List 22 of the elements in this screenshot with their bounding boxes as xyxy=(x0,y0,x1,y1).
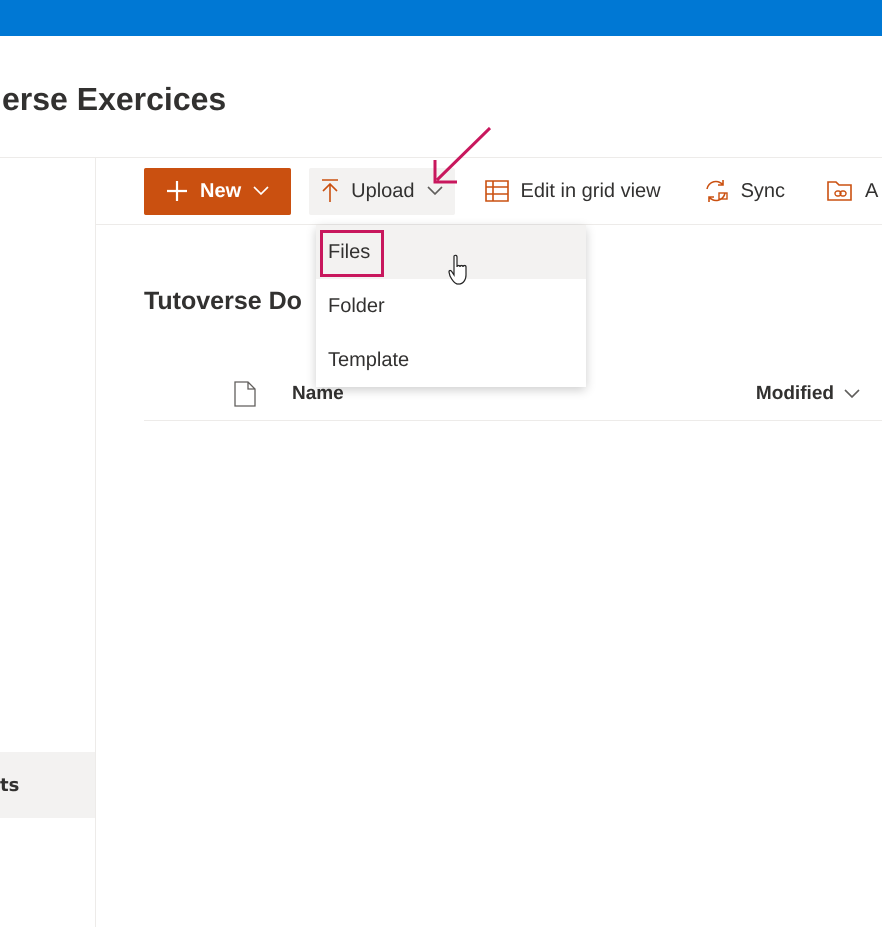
menu-item[interactable]: Folder xyxy=(316,279,586,333)
library-title: Tutoverse Do xyxy=(144,287,302,316)
plus-icon xyxy=(166,180,188,202)
column-header[interactable]: Modified xyxy=(756,383,860,405)
link-button[interactable]: A xyxy=(815,168,882,214)
chevron-down-icon xyxy=(844,389,860,399)
grid-button[interactable]: Edit in grid view xyxy=(472,168,673,214)
menu-item[interactable]: Files xyxy=(316,225,586,279)
folder-icon xyxy=(827,179,854,203)
upload-button[interactable]: Upload xyxy=(309,168,455,214)
menu-item[interactable]: Template xyxy=(316,333,586,387)
site-title: erse Exercices xyxy=(2,81,226,118)
chevron-down-icon xyxy=(253,186,270,196)
upload-icon xyxy=(321,179,340,203)
new-button[interactable]: New xyxy=(144,168,292,214)
nav-item[interactable]: ts xyxy=(0,752,95,818)
document-icon xyxy=(234,381,256,407)
table-icon xyxy=(484,180,509,202)
highlight-box xyxy=(320,230,384,277)
sync-button[interactable]: Sync xyxy=(690,168,798,214)
annotation-arrow xyxy=(431,126,493,186)
chevron-down-icon xyxy=(426,186,443,196)
